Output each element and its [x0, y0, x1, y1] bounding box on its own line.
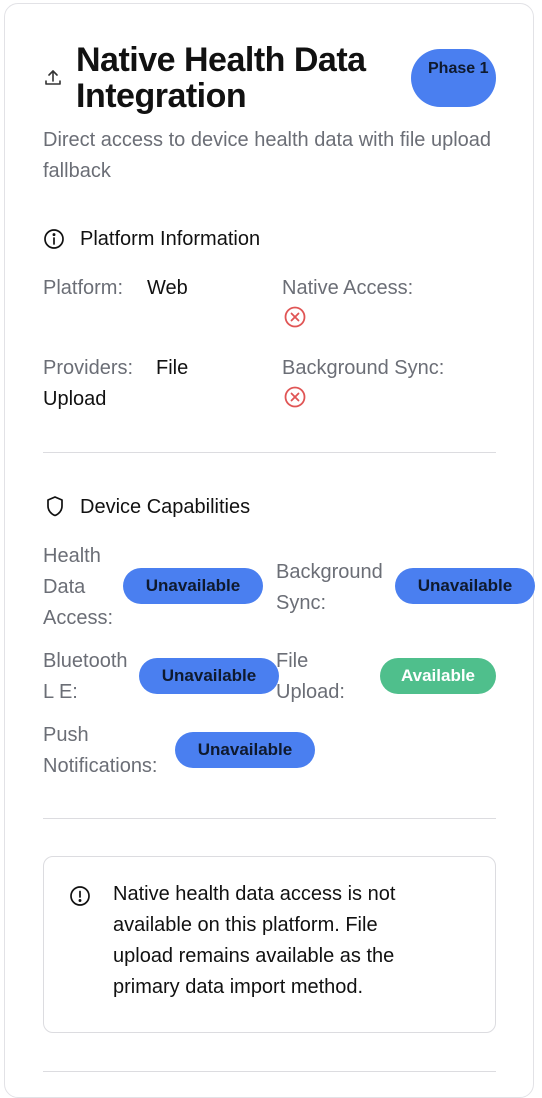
providers-value-line1: File — [156, 357, 189, 379]
shield-icon — [45, 495, 65, 522]
divider — [43, 818, 496, 819]
providers-label: Providers: — [43, 357, 134, 379]
phase-badge: Phase 1 — [411, 49, 496, 107]
x-circle-icon — [283, 385, 307, 409]
native-access-label: Native Access: — [282, 277, 414, 299]
capability-label-line: File — [276, 650, 309, 672]
page-title: Native Health Data Integration — [76, 41, 366, 115]
notice-line: primary data import method. — [113, 976, 364, 998]
background-sync-label: Background Sync: — [282, 357, 445, 379]
file-upload-status-badge: Available — [380, 658, 496, 694]
capability-label-line: Notifications: — [43, 755, 158, 777]
background-sync-status-badge: Unavailable — [395, 568, 535, 604]
capability-label-line: Push — [43, 724, 89, 746]
upload-icon — [43, 68, 63, 88]
divider — [43, 1071, 496, 1072]
capability-label-line: L E: — [43, 681, 78, 703]
device-capabilities-heading: Device Capabilities — [80, 496, 251, 518]
health-data-access-status-badge: Unavailable — [123, 568, 263, 604]
notice-line: available on this platform. File — [113, 914, 378, 936]
page-description: Direct access to device health data with… — [43, 129, 492, 182]
push-notifications-status-badge: Unavailable — [175, 732, 315, 768]
capability-label-line: Data — [43, 576, 86, 598]
divider — [43, 452, 496, 453]
capability-label-line: Bluetooth — [43, 650, 128, 672]
platform-value: Web — [147, 277, 188, 299]
platform-info-heading: Platform Information — [80, 228, 261, 250]
capability-label-line: Upload: — [276, 681, 345, 703]
providers-value-line2: Upload — [43, 388, 107, 410]
x-circle-icon — [283, 305, 307, 329]
platform-label: Platform: — [43, 277, 124, 299]
notice-line: upload remains available as the — [113, 945, 395, 967]
capability-label-line: Background — [276, 561, 383, 583]
capability-label-line: Access: — [43, 607, 114, 629]
alert-circle-icon — [69, 885, 91, 912]
capability-label-line: Sync: — [276, 592, 327, 614]
notice-text: Native health data access is not availab… — [113, 879, 453, 1003]
capability-label-line: Health — [43, 545, 101, 567]
info-icon — [43, 228, 65, 255]
notice-line: Native health data access is not — [113, 883, 396, 905]
bluetooth-le-status-badge: Unavailable — [139, 658, 279, 694]
